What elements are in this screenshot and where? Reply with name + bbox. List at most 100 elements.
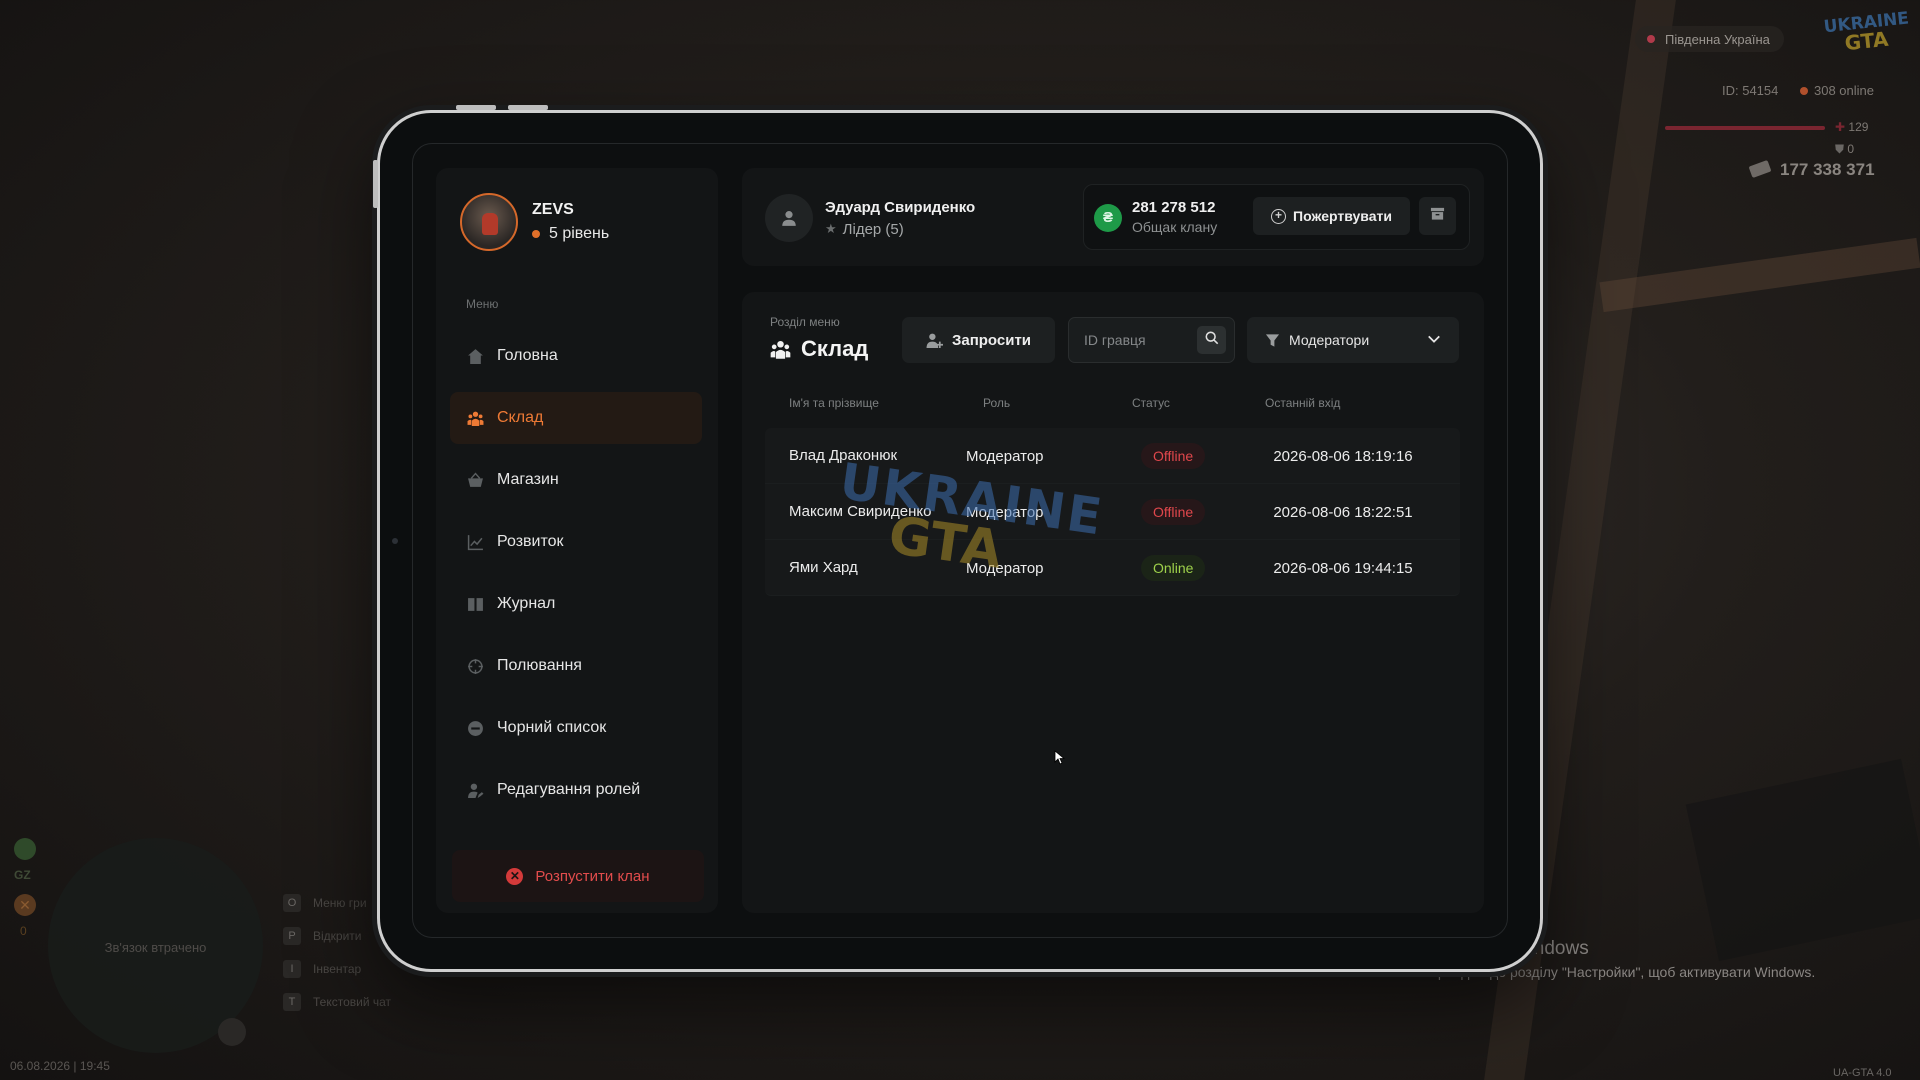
search-icon [1205, 331, 1219, 350]
sidebar-item-journal[interactable]: Журнал [450, 578, 702, 630]
key-label: Текстовий чат [313, 994, 392, 1009]
sidebar-item-label: Розвиток [497, 533, 564, 550]
add-user-icon [926, 332, 943, 349]
sidebar-item-home[interactable]: Головна [450, 330, 702, 382]
member-status: Online [1141, 540, 1206, 596]
game-logo: UKRAINE GTA [1823, 8, 1910, 62]
key-label: Відкрити [313, 928, 362, 943]
wanted-icon: ✕ [14, 894, 36, 916]
key-cap: O [283, 893, 301, 912]
status-badge: Offline [1141, 443, 1206, 469]
page-title: Склад [770, 336, 868, 362]
armor-text: 0 [1847, 142, 1855, 156]
column-header-name: Ім'я та прізвище [789, 396, 879, 410]
player-id-search [1068, 317, 1235, 363]
member-role: Модератор [966, 559, 1044, 577]
background-beam [1599, 237, 1920, 313]
column-header-status: Статус [1132, 396, 1170, 410]
bank-amount: 281 278 512 [1132, 199, 1216, 216]
chevron-down-icon [1427, 332, 1441, 346]
money-text: 177 338 371 [1780, 160, 1875, 179]
search-button[interactable] [1197, 326, 1226, 354]
clan-avatar [460, 193, 518, 251]
key-cap: T [283, 992, 301, 1011]
plus-circle-icon: + [1271, 208, 1287, 224]
server-dot-icon [1647, 35, 1655, 43]
block-icon [466, 719, 484, 737]
greenzone-label: GZ [14, 868, 31, 882]
sidebar-item-blacklist[interactable]: Чорний список [450, 702, 702, 754]
donate-button[interactable]: + Пожертвувати [1253, 197, 1410, 235]
background-object [1685, 758, 1920, 962]
home-icon [466, 347, 484, 365]
sidebar-item-label: Головна [497, 347, 558, 364]
filter-icon [1265, 333, 1280, 348]
table-row[interactable]: Влад Драконюк Модератор Offline 2026-08-… [765, 428, 1460, 484]
dissolve-clan-label: Розпустити клан [535, 867, 650, 885]
sidebar-item-edit-roles[interactable]: Редагування ролей [450, 764, 702, 816]
tablet-power-button [373, 160, 378, 208]
archive-icon [1430, 206, 1445, 226]
table-row[interactable]: Ями Хард Модератор Online 2026-08-06 19:… [765, 540, 1460, 596]
health-value: ✚ 129 [1835, 120, 1868, 134]
tablet-volume-button [508, 105, 548, 110]
clan-name: ZEVS [532, 201, 574, 218]
key-cap: I [283, 959, 301, 978]
member-role: Модератор [966, 447, 1044, 465]
money-icon [1748, 159, 1772, 179]
online-text: 308 online [1814, 83, 1874, 98]
sidebar-item-warehouse[interactable]: Склад [450, 392, 702, 444]
shield-icon: ⛊ [1835, 142, 1848, 156]
menu-heading: Меню [466, 297, 499, 311]
member-last-login: 2026-08-06 18:19:16 [1273, 447, 1413, 465]
table-row[interactable]: Максим Свириденко Модератор Offline 2026… [765, 484, 1460, 540]
leader-name: Эдуард Свириденко [825, 198, 976, 216]
status-badge: Offline [1141, 499, 1206, 525]
clan-level: 5 рівень [532, 225, 609, 243]
server-badge: Південна Україна [1635, 26, 1784, 52]
tablet-camera [392, 538, 398, 544]
hryvnia-icon: ₴ [1094, 204, 1122, 232]
key-label: Меню гри [313, 895, 367, 910]
player-id-input[interactable] [1069, 318, 1194, 362]
role-filter-value: Модератори [1289, 332, 1370, 348]
members-icon [466, 409, 484, 427]
sidebar-item-label: Магазин [497, 471, 559, 488]
role-filter-select[interactable]: Модератори [1247, 317, 1459, 363]
sidebar-item-label: Склад [497, 409, 544, 426]
online-count: 308 online [1800, 83, 1874, 98]
sidebar-item-development[interactable]: Розвиток [450, 516, 702, 568]
star-icon: ★ [825, 221, 837, 236]
archive-button[interactable] [1419, 197, 1456, 235]
basket-icon [466, 471, 484, 489]
invite-button[interactable]: Запросити [902, 317, 1055, 363]
dissolve-clan-button[interactable]: ✕ Розпустити клан [452, 850, 704, 902]
sidebar-item-shop[interactable]: Магазин [450, 454, 702, 506]
member-last-login: 2026-08-06 19:44:15 [1273, 559, 1413, 577]
sidebar-item-label: Чорний список [497, 719, 607, 736]
leader-role: ★ Лідер (5) [825, 221, 975, 238]
game-datetime: 06.08.2026 | 19:45 [10, 1059, 110, 1073]
keybind-hint: T Текстовий чат [283, 985, 391, 1018]
health-text: 129 [1848, 120, 1869, 134]
member-last-login: 2026-08-06 18:22:51 [1273, 503, 1413, 521]
member-role: Модератор [966, 503, 1044, 521]
money-display: 177 338 371 [1748, 159, 1875, 180]
member-status: Offline [1141, 484, 1206, 540]
members-table: Влад Драконюк Модератор Offline 2026-08-… [765, 428, 1460, 596]
user-icon [765, 194, 813, 242]
column-header-last-login: Останній вхід [1265, 396, 1341, 410]
crosshair-icon [466, 657, 484, 675]
mouse-cursor-icon [1054, 750, 1066, 770]
sidebar-item-hunting[interactable]: Полювання [450, 640, 702, 692]
clan-leader: Эдуард Свириденко ★ Лідер (5) [765, 194, 975, 242]
member-name: Максим Свириденко [789, 503, 932, 520]
user-edit-icon [466, 781, 484, 799]
column-header-role: Роль [983, 396, 1011, 410]
minimap-status: Зв'язок втрачено [104, 940, 207, 955]
sidebar-menu: Головна Склад Магазин Розвиток Журнал По… [450, 330, 702, 826]
donate-label: Пожертвувати [1293, 208, 1392, 224]
wanted-count: 0 [20, 924, 27, 938]
invite-label: Запросити [951, 331, 1032, 349]
greenzone-icon [14, 838, 36, 860]
